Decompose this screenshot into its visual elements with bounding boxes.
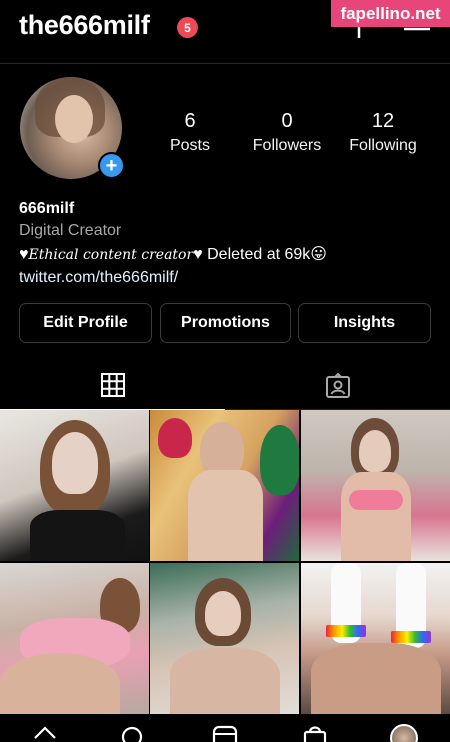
bottom-nav xyxy=(0,715,450,742)
post-thumbnail[interactable] xyxy=(301,563,450,714)
watermark: fapellino.net xyxy=(331,0,450,27)
post-figure xyxy=(326,625,366,637)
bio-link[interactable]: twitter.com/the666milf/ xyxy=(19,267,439,289)
profile-avatar[interactable] xyxy=(390,724,418,742)
post-figure xyxy=(158,418,192,458)
bio-rest-text: ♥ Deleted at 69k😛 xyxy=(193,246,327,263)
bio-heart: ♥ xyxy=(19,246,29,263)
post-figure xyxy=(311,643,441,714)
notification-badge[interactable]: 5 xyxy=(177,17,198,38)
post-figure xyxy=(170,648,280,714)
post-figure xyxy=(349,490,403,510)
post-figure xyxy=(260,425,299,495)
followers-label: Followers xyxy=(252,137,322,154)
post-thumbnail[interactable] xyxy=(0,410,149,561)
tagged-icon xyxy=(325,373,350,398)
post-figure xyxy=(0,653,120,714)
post-thumbnail[interactable] xyxy=(150,563,299,714)
post-figure xyxy=(188,470,263,561)
insights-button[interactable]: Insights xyxy=(298,303,431,343)
stat-posts[interactable]: 6 Posts xyxy=(160,110,220,155)
post-figure xyxy=(200,422,244,477)
stat-following[interactable]: 12 Following xyxy=(343,110,423,155)
post-figure xyxy=(30,510,125,561)
post-figure xyxy=(359,430,391,472)
post-thumbnail[interactable] xyxy=(150,410,299,561)
posts-label: Posts xyxy=(169,137,210,154)
post-figure xyxy=(391,631,431,643)
home-icon[interactable] xyxy=(32,725,58,742)
profile-category: Digital Creator xyxy=(19,222,122,239)
posts-grid xyxy=(0,410,450,715)
post-figure xyxy=(205,591,241,636)
followers-count: 0 xyxy=(281,110,293,132)
avatar-face xyxy=(55,95,93,143)
post-figure xyxy=(341,472,411,561)
edit-profile-button[interactable]: Edit Profile xyxy=(19,303,152,343)
post-thumbnail[interactable] xyxy=(0,563,149,714)
bio: 666milf Digital Creator ♥Ethical content… xyxy=(19,199,439,289)
posts-count: 6 xyxy=(184,110,196,132)
profile-name: 666milf xyxy=(19,200,75,217)
following-label: Following xyxy=(349,137,417,154)
reels-icon[interactable] xyxy=(212,725,238,742)
tab-tagged[interactable] xyxy=(225,362,450,410)
post-thumbnail[interactable] xyxy=(301,410,450,561)
post-figure xyxy=(52,432,98,494)
shop-icon[interactable] xyxy=(302,725,328,742)
bio-text: ♥Ethical content creator♥ Deleted at 69k… xyxy=(19,243,439,267)
promotions-button[interactable]: Promotions xyxy=(160,303,291,343)
tab-posts-grid[interactable] xyxy=(0,362,225,410)
add-story-button[interactable]: + xyxy=(98,152,125,179)
search-icon[interactable] xyxy=(120,725,146,742)
bio-script-text: Ethical content creator xyxy=(28,247,194,263)
grid-icon xyxy=(100,373,125,397)
username-title[interactable]: the666milf xyxy=(19,10,150,41)
stat-followers[interactable]: 0 Followers xyxy=(246,110,328,155)
following-count: 12 xyxy=(371,110,395,132)
